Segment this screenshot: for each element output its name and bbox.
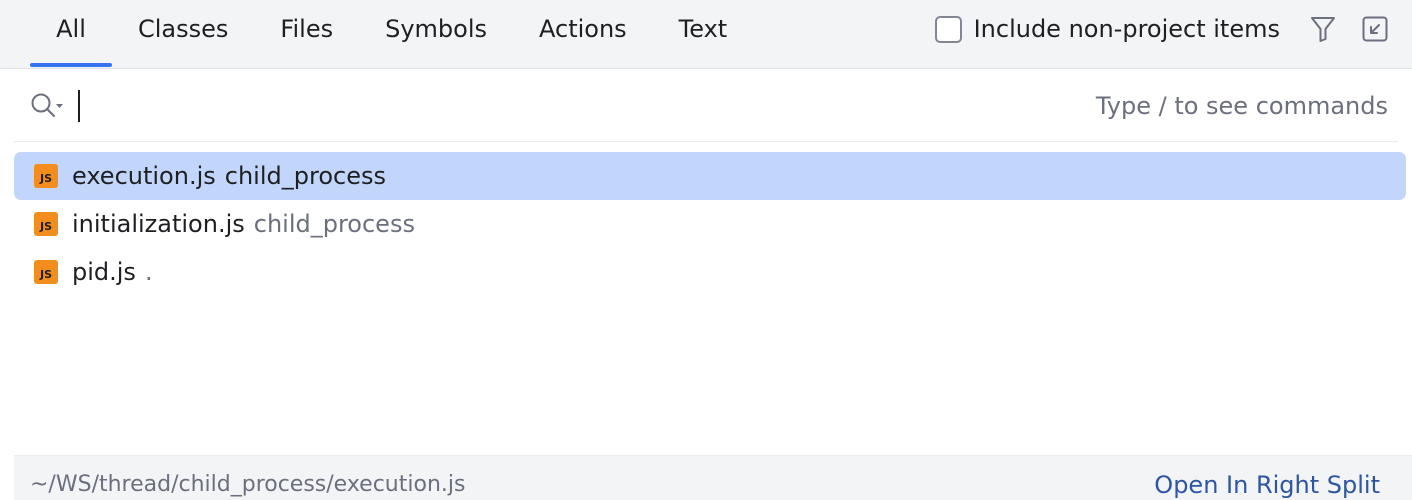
js-file-icon: JS	[34, 212, 58, 236]
include-non-project-label: Include non-project items	[973, 15, 1280, 43]
tab-symbols[interactable]: Symbols	[385, 0, 487, 69]
tab-actions[interactable]: Actions	[539, 0, 627, 69]
tab-classes[interactable]: Classes	[138, 0, 228, 69]
search-icon[interactable]	[30, 92, 66, 120]
tab-files[interactable]: Files	[280, 0, 333, 69]
file-name: execution.js	[72, 162, 216, 190]
collapse-to-corner-icon[interactable]	[1360, 14, 1390, 44]
list-item[interactable]: JS pid.js .	[14, 248, 1406, 296]
include-non-project-option[interactable]: Include non-project items	[934, 15, 1280, 43]
file-location: child_process	[253, 210, 415, 238]
include-non-project-checkbox[interactable]	[934, 15, 962, 43]
header-options: Include non-project items	[934, 0, 1390, 58]
results-list: JS execution.js child_process JS initial…	[14, 152, 1406, 296]
search-input[interactable]	[84, 86, 984, 126]
search-everywhere-popup: All Classes Files Symbols Actions Text I…	[0, 0, 1412, 500]
tab-text[interactable]: Text	[679, 0, 728, 69]
file-location: child_process	[224, 162, 386, 190]
popup-footer: ~/WS/thread/child_process/execution.js O…	[14, 455, 1412, 500]
list-item[interactable]: JS execution.js child_process	[14, 152, 1406, 200]
file-location: .	[144, 258, 153, 286]
tab-bar: All Classes Files Symbols Actions Text	[30, 0, 727, 69]
filter-icon[interactable]	[1308, 14, 1338, 44]
js-file-icon: JS	[34, 260, 58, 284]
file-name: initialization.js	[72, 210, 245, 238]
text-caret	[78, 90, 80, 122]
open-in-right-split-link[interactable]: Open In Right Split	[1154, 456, 1380, 500]
popup-header: All Classes Files Symbols Actions Text I…	[0, 0, 1412, 69]
tab-all[interactable]: All	[30, 0, 112, 69]
search-hint: Type / to see commands	[1095, 92, 1388, 120]
list-item[interactable]: JS initialization.js child_process	[14, 200, 1406, 248]
js-file-icon: JS	[34, 164, 58, 188]
file-name: pid.js	[72, 258, 136, 286]
selected-file-path: ~/WS/thread/child_process/execution.js	[30, 472, 466, 497]
search-row: Type / to see commands	[14, 70, 1398, 142]
